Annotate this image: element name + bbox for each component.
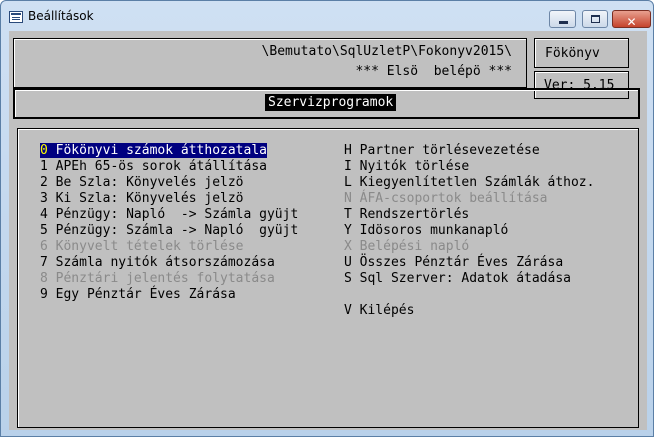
maximize-button[interactable]: [582, 10, 608, 28]
menu-item-label: Be Szla: Könyvelés jelzö: [55, 175, 244, 190]
menu-item-hotkey: 2: [40, 175, 48, 190]
menu-item[interactable]: 9 Egy Pénztár Éves Zárása: [40, 287, 236, 303]
maximize-icon: [591, 15, 600, 23]
menu-item: 6 Könyvelt tételek törlése: [40, 239, 244, 255]
menu-item[interactable]: 5 Pénzügy: Számla -> Napló gyüjt: [40, 223, 298, 239]
menu-item-label: Könyvelt tételek törlése: [55, 239, 244, 254]
menu-item-label: Pénztári jelentés folytatása: [55, 271, 275, 286]
menu-item[interactable]: V Kilépés: [344, 303, 414, 319]
menu-item-hotkey: H: [344, 143, 352, 158]
menu-item-label: Ki Szla: Könyvelés jelzö: [55, 191, 244, 206]
menu-item-hotkey: X: [344, 239, 352, 254]
menu-item-hotkey: 4: [40, 207, 48, 222]
menu-item-label: Partner törlésevezetése: [359, 143, 540, 158]
menu-item[interactable]: S Sql Szerver: Adatok átadása: [344, 271, 571, 287]
menu-item-label: Kiegyenlítetlen Számlák áthoz.: [359, 175, 595, 190]
menu-item-label: Összes Pénztár Éves Zárása: [359, 255, 564, 270]
menu-item-label: Pénzügy: Napló -> Számla gyüjt: [55, 207, 299, 222]
menu-item-label: Pénzügy: Számla -> Napló gyüjt: [55, 223, 299, 238]
menu-item[interactable]: 4 Pénzügy: Napló -> Számla gyüjt: [40, 207, 298, 223]
section-header: Szervizprogramok: [13, 88, 640, 119]
minimize-icon: [559, 21, 568, 24]
menu-item-label: Idösoros munkanapló: [359, 223, 509, 238]
menu-item-label: ÁFA-csoportok beállítása: [359, 191, 548, 206]
menu-item-hotkey: 7: [40, 255, 48, 270]
menu-item-hotkey: Y: [344, 223, 352, 238]
menu-item-hotkey: 5: [40, 223, 48, 238]
app-window-icon[interactable]: [9, 11, 23, 23]
menu-item-label: Kilépés: [359, 303, 415, 318]
module-panel: Fökönyv: [534, 38, 629, 68]
menu-item-hotkey: 3: [40, 191, 48, 206]
menu-item-hotkey: T: [344, 207, 352, 222]
menu-item-hotkey: 0: [40, 143, 48, 158]
menu-item[interactable]: Y Idösoros munkanapló: [344, 223, 508, 239]
window-title: Beállítások: [28, 9, 94, 23]
menu-item-hotkey: S: [344, 271, 352, 286]
menu-item[interactable]: 0 Fökönyvi számok átthozatala: [40, 143, 267, 159]
menu-item-label: Belépési napló: [359, 239, 470, 254]
app-window: Beállítások ✕ \Bemutato\SqlUzletP\Fokony…: [0, 0, 654, 437]
menu-item-label: Fökönyvi számok átthozatala: [55, 143, 267, 158]
menu-item-hotkey: 9: [40, 287, 48, 302]
page-title: Szervizprogramok: [265, 94, 397, 111]
title-bar[interactable]: Beállítások ✕: [1, 1, 653, 31]
menu-item[interactable]: U Összes Pénztár Éves Zárása: [344, 255, 563, 271]
menu-item-hotkey: V: [344, 303, 352, 318]
menu-item: X Belépési napló: [344, 239, 469, 255]
menu-item-label: Sql Szerver: Adatok átadása: [359, 271, 571, 286]
menu-item-hotkey: 1: [40, 159, 48, 174]
minimize-button[interactable]: [549, 10, 576, 28]
menu-item-hotkey: L: [344, 175, 352, 190]
menu-item[interactable]: 1 APEh 65-ös sorok átállítása: [40, 159, 267, 175]
menu-item-hotkey: 8: [40, 271, 48, 286]
menu-item[interactable]: 2 Be Szla: Könyvelés jelzö: [40, 175, 244, 191]
menu-item-label: Rendszertörlés: [359, 207, 470, 222]
menu-item-hotkey: I: [344, 159, 352, 174]
close-icon: ✕: [626, 15, 637, 29]
menu-item-label: Számla nyitók átsorszámozása: [55, 255, 275, 270]
menu-item[interactable]: H Partner törlésevezetése: [344, 143, 540, 159]
menu-item-label: APEh 65-ös sorok átállítása: [55, 159, 267, 174]
menu-item: 8 Pénztári jelentés folytatása: [40, 271, 275, 287]
menu-item[interactable]: I Nyitók törlése: [344, 159, 469, 175]
menu-item-hotkey: N: [344, 191, 352, 206]
menu-item: N ÁFA-csoportok beállítása: [344, 191, 548, 207]
menu-item-hotkey: U: [344, 255, 352, 270]
menu-item-hotkey: 6: [40, 239, 48, 254]
login-status: *** Elsö belépö ***: [355, 64, 512, 79]
menu-item[interactable]: 3 Ki Szla: Könyvelés jelzö: [40, 191, 244, 207]
menu-item[interactable]: L Kiegyenlítetlen Számlák áthoz.: [344, 175, 594, 191]
path-panel: \Bemutato\SqlUzletP\Fokonyv2015\ *** Els…: [13, 38, 527, 88]
menu-item-label: Nyitók törlése: [359, 159, 470, 174]
database-path: \Bemutato\SqlUzletP\Fokonyv2015\: [261, 44, 512, 59]
menu-item[interactable]: 7 Számla nyitók átsorszámozása: [40, 255, 275, 271]
console-area: \Bemutato\SqlUzletP\Fokonyv2015\ *** Els…: [9, 31, 647, 430]
module-name: Fökönyv: [545, 46, 600, 61]
close-button[interactable]: ✕: [612, 10, 651, 29]
menu-item[interactable]: T Rendszertörlés: [344, 207, 469, 223]
menu-item-label: Egy Pénztár Éves Zárása: [55, 287, 236, 302]
